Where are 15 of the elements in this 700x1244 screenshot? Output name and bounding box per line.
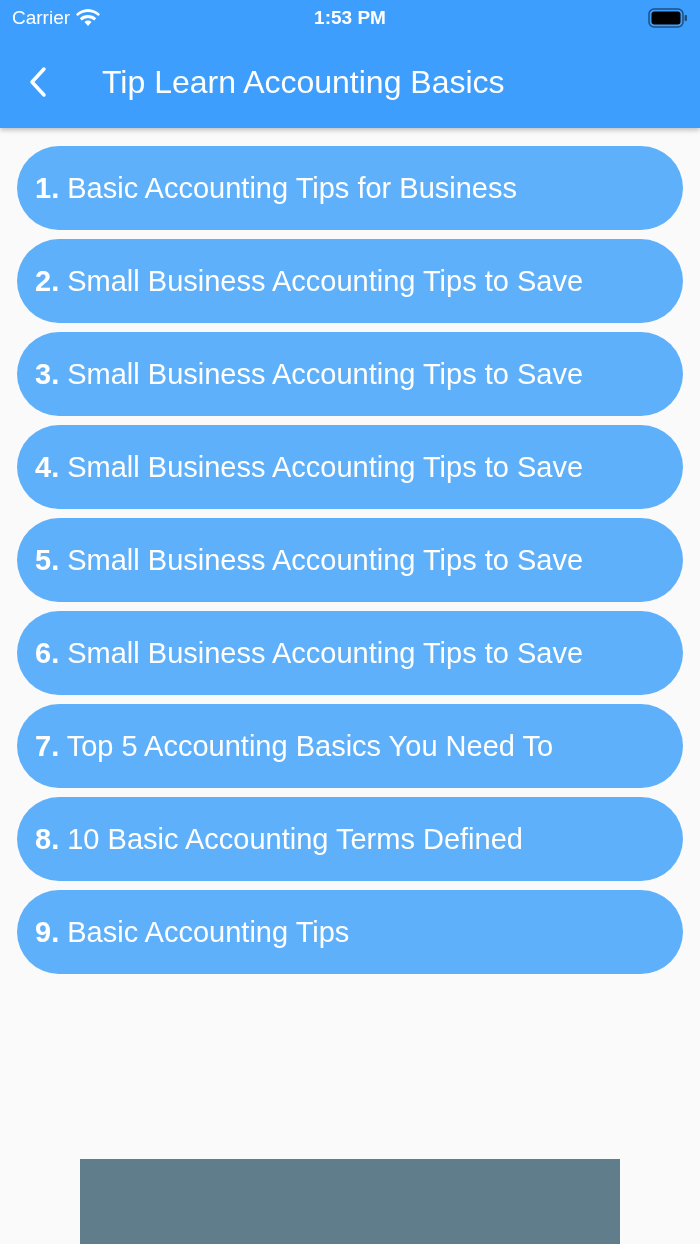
tip-item[interactable]: 8. 10 Basic Accounting Terms Defined [17,797,683,881]
back-icon[interactable] [28,66,48,98]
wifi-icon [76,9,101,27]
tip-item[interactable]: 7. Top 5 Accounting Basics You Need To [17,704,683,788]
tip-item[interactable]: 1. Basic Accounting Tips for Business [17,146,683,230]
tip-item[interactable]: 2. Small Business Accounting Tips to Save [17,239,683,323]
page-title: Tip Learn Accounting Basics [102,63,505,101]
tip-item[interactable]: 3. Small Business Accounting Tips to Save [17,332,683,416]
tip-item[interactable]: 9. Basic Accounting Tips [17,890,683,974]
tip-item[interactable]: 5. Small Business Accounting Tips to Save [17,518,683,602]
battery-icon [648,8,688,28]
status-time: 1:53 PM [314,7,386,29]
tip-item[interactable]: 6. Small Business Accounting Tips to Save [17,611,683,695]
tip-item[interactable]: 4. Small Business Accounting Tips to Save [17,425,683,509]
carrier-label: Carrier [12,7,71,29]
